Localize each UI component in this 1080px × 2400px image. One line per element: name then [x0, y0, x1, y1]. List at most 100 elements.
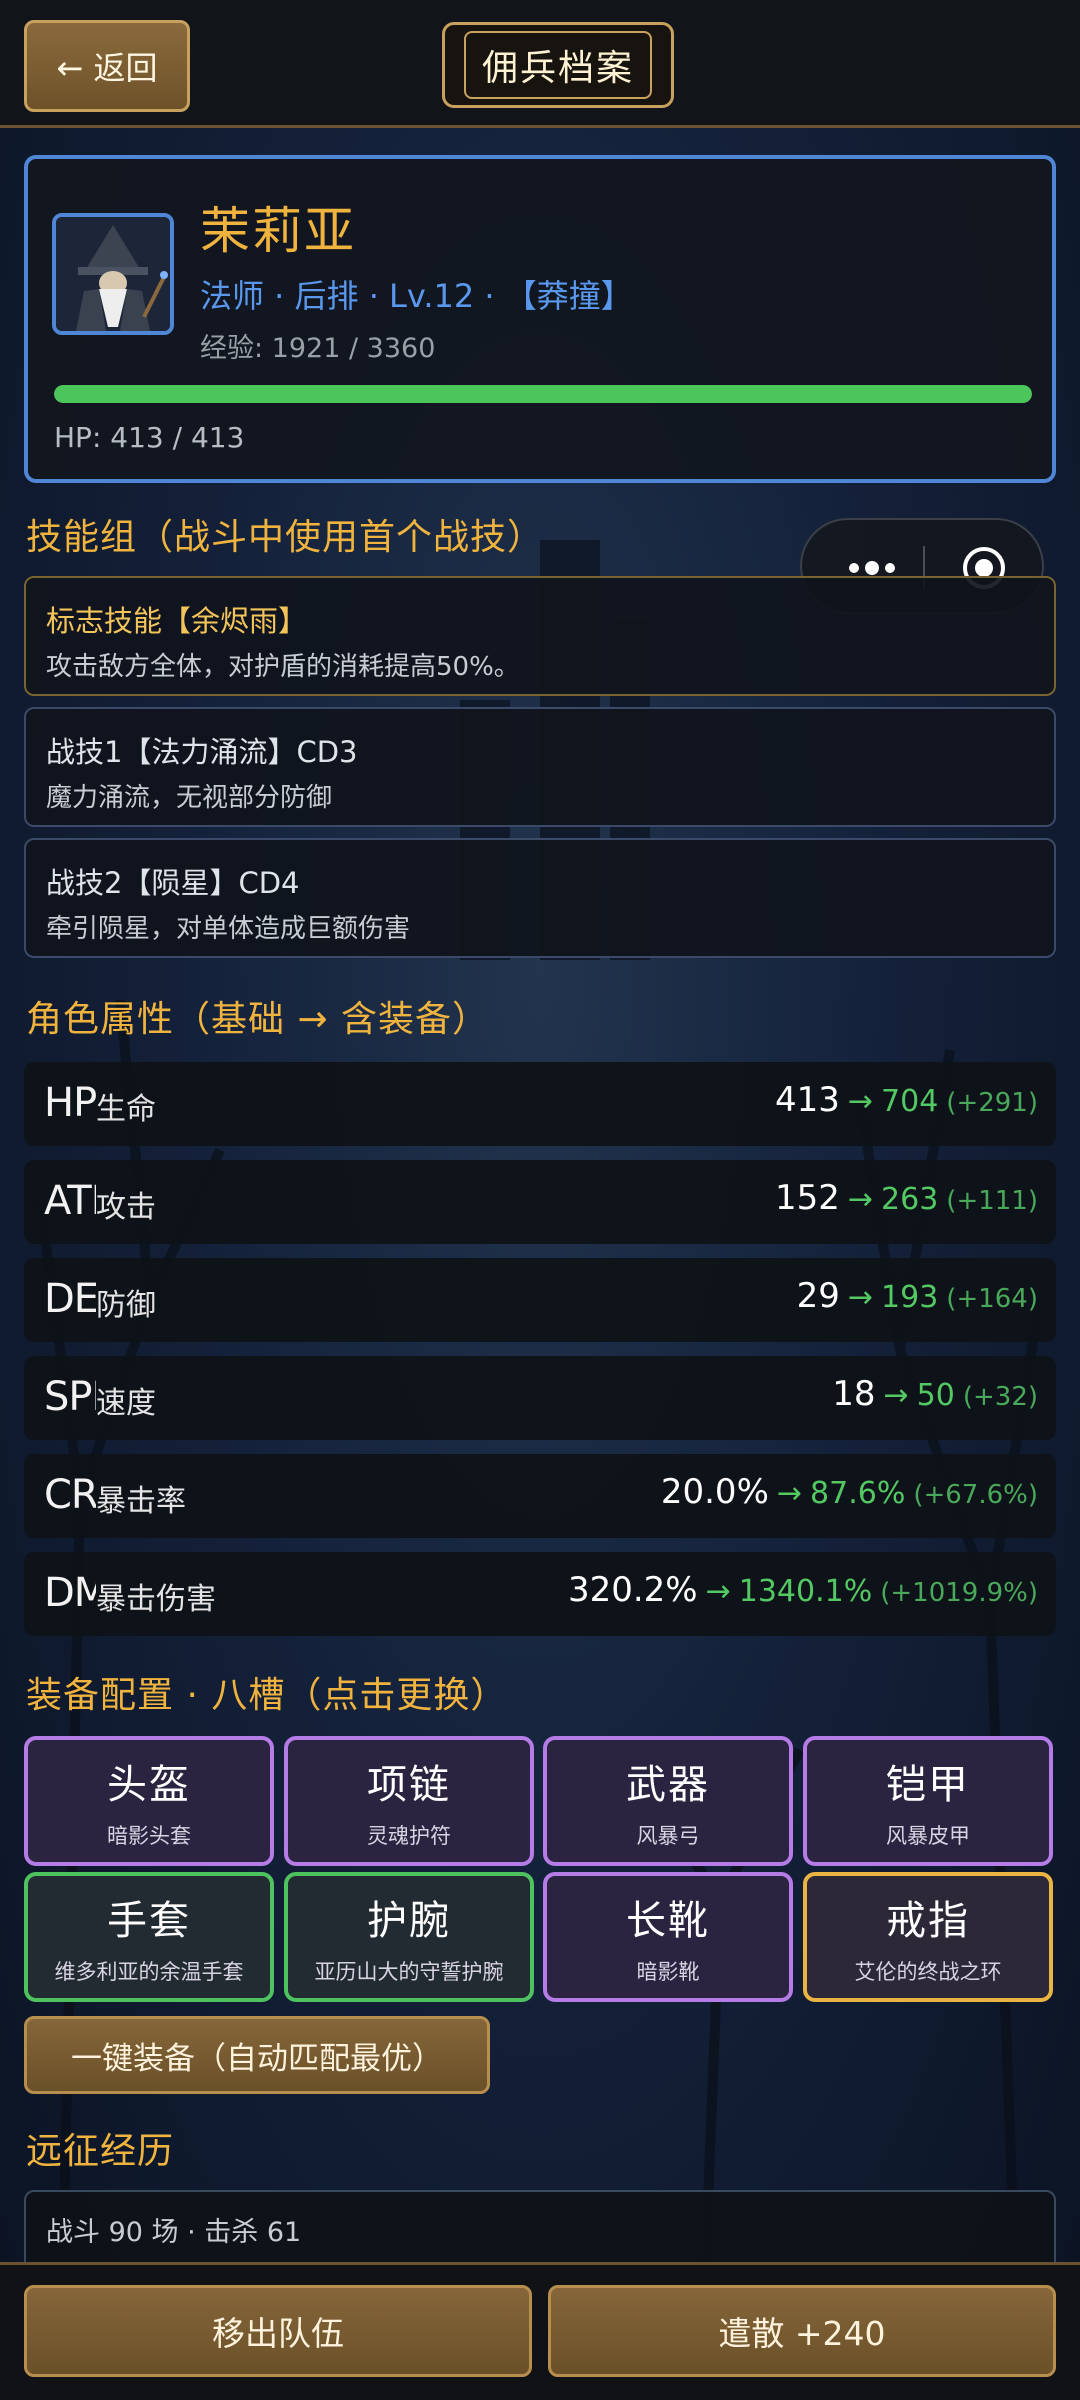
stat-abbr: HP	[44, 1080, 96, 1126]
equipment-section-title: 装备配置 · 八槽（点击更换）	[26, 1675, 508, 1716]
equip-slot-necklace[interactable]: 项链 灵魂护符	[284, 1736, 534, 1866]
stat-equipped: 1340.1%	[738, 1574, 873, 1609]
stat-bonus: (+111)	[946, 1186, 1038, 1216]
wizard-portrait-icon	[52, 213, 174, 335]
equip-slot-boots[interactable]: 长靴 暗影靴	[543, 1872, 793, 2002]
slot-item: 亚历山大的守誓护腕	[314, 1960, 504, 1984]
page-title: 佣兵档案	[463, 31, 652, 99]
hero-card: 茉莉亚 法师 · 后排 · Lv.12 · 【莽撞】 经验: 1921 / 33…	[24, 155, 1056, 483]
slot-item: 暗影靴	[636, 1960, 700, 1984]
stat-values: 320.2% → 1340.1% (+1019.9%)	[568, 1570, 1038, 1610]
back-button[interactable]: ← 返回	[24, 20, 190, 112]
stat-abbr: ATK	[44, 1178, 96, 1224]
top-bar: ← 返回 佣兵档案	[0, 0, 1080, 128]
stat-values: 152 → 263 (+111)	[775, 1178, 1038, 1218]
stat-base: 18	[832, 1374, 876, 1414]
arrow-right-icon: →	[847, 1280, 874, 1315]
slot-item: 风暴皮甲	[886, 1824, 970, 1848]
slot-item: 暗影头套	[107, 1824, 191, 1848]
equip-slot-gloves[interactable]: 手套 维多利亚的余温手套	[24, 1872, 274, 2002]
stat-row-crit-damage: DMG 暴击伤害 320.2% → 1340.1% (+1019.9%)	[24, 1552, 1056, 1636]
remove-from-team-button[interactable]: 移出队伍	[24, 2285, 532, 2377]
skill-card-signature[interactable]: 标志技能【余烬雨】 攻击敌方全体，对护盾的消耗提高50%。	[24, 576, 1056, 696]
stat-equipped: 193	[881, 1280, 939, 1315]
stats-section-title: 角色属性（基础 → 含装备）	[26, 999, 490, 1040]
stat-base: 20.0%	[660, 1472, 769, 1512]
equip-slot-helmet[interactable]: 头盔 暗影头套	[24, 1736, 274, 1866]
stat-equipped: 704	[881, 1084, 939, 1119]
skill-card-1[interactable]: 战技1【法力涌流】CD3 魔力涌流，无视部分防御	[24, 707, 1056, 827]
stat-row-hp: HP 生命 413 → 704 (+291)	[24, 1062, 1056, 1146]
page-title-frame: 佣兵档案	[442, 22, 674, 108]
arrow-right-icon: →	[883, 1378, 909, 1413]
skill-desc: 攻击敌方全体，对护盾的消耗提高50%。	[46, 652, 520, 682]
hero-exp: 经验: 1921 / 3360	[200, 333, 436, 364]
skill-card-2[interactable]: 战技2【陨星】CD4 牵引陨星，对单体造成巨额伤害	[24, 838, 1056, 958]
slot-name: 护腕	[367, 1898, 451, 1944]
stat-bonus: (+1019.9%)	[880, 1578, 1038, 1608]
stat-values: 20.0% → 87.6% (+67.6%)	[661, 1472, 1038, 1512]
stat-name: 防御	[96, 1288, 156, 1323]
stat-name: 攻击	[96, 1190, 156, 1225]
auto-equip-button[interactable]: 一键装备（自动匹配最优）	[24, 2016, 490, 2094]
skill-desc: 牵引陨星，对单体造成巨额伤害	[46, 914, 411, 944]
skills-section-title: 技能组（战斗中使用首个战技）	[26, 517, 545, 558]
slot-item: 艾伦的终战之环	[854, 1960, 1002, 1984]
stat-base: 320.2%	[567, 1570, 698, 1610]
stat-abbr: CRI	[44, 1472, 96, 1518]
stat-bonus: (+32)	[962, 1382, 1038, 1412]
stat-equipped: 263	[881, 1182, 939, 1217]
slot-name: 武器	[626, 1762, 710, 1808]
hero-name: 茉莉亚	[200, 202, 356, 260]
skill-name: 战技2【陨星】CD4	[46, 866, 300, 900]
slot-name: 长靴	[626, 1898, 710, 1944]
stat-name: 速度	[96, 1386, 156, 1421]
slot-name: 手套	[107, 1898, 191, 1944]
slot-item: 灵魂护符	[367, 1824, 451, 1848]
history-section-title: 远征经历	[26, 2131, 175, 2172]
stat-base: 29	[796, 1276, 840, 1316]
stat-base: 152	[774, 1178, 840, 1218]
dismiss-button[interactable]: 遣散 +240	[548, 2285, 1056, 2377]
slot-name: 头盔	[107, 1762, 191, 1808]
slot-item: 风暴弓	[636, 1824, 700, 1848]
stat-name: 暴击率	[96, 1484, 186, 1519]
bottom-action-bar: 移出队伍 遣散 +240	[0, 2262, 1080, 2400]
arrow-right-icon: →	[705, 1574, 731, 1609]
history-summary: 战斗 90 场 · 击杀 61	[46, 2217, 302, 2248]
equip-slot-armor[interactable]: 铠甲 风暴皮甲	[803, 1736, 1053, 1866]
stat-bonus: (+164)	[946, 1284, 1038, 1314]
stat-base: 413	[774, 1080, 840, 1120]
stat-abbr: SPD	[44, 1374, 96, 1420]
stat-row-atk: ATK 攻击 152 → 263 (+111)	[24, 1160, 1056, 1244]
stat-bonus: (+67.6%)	[913, 1480, 1038, 1510]
arrow-right-icon: →	[847, 1084, 874, 1119]
slot-name: 铠甲	[886, 1762, 970, 1808]
hero-meta: 法师 · 后排 · Lv.12 · 【莽撞】	[200, 277, 633, 315]
hp-text: HP: 413 / 413	[54, 421, 245, 454]
slot-name: 戒指	[886, 1898, 970, 1944]
equip-slot-weapon[interactable]: 武器 风暴弓	[543, 1736, 793, 1866]
stat-values: 18 → 50 (+32)	[832, 1374, 1038, 1414]
skill-desc: 魔力涌流，无视部分防御	[46, 783, 333, 813]
arrow-right-icon: →	[776, 1476, 803, 1511]
stat-bonus: (+291)	[946, 1088, 1038, 1118]
stat-row-spd: SPD 速度 18 → 50 (+32)	[24, 1356, 1056, 1440]
skill-name: 战技1【法力涌流】CD3	[46, 735, 358, 769]
stat-name: 暴击伤害	[96, 1582, 216, 1617]
equip-slot-ring[interactable]: 戒指 艾伦的终战之环	[803, 1872, 1053, 2002]
skill-name: 标志技能【余烬雨】	[46, 604, 308, 638]
stat-row-def: DEF 防御 29 → 193 (+164)	[24, 1258, 1056, 1342]
stat-abbr: DMG	[44, 1570, 96, 1616]
stat-name: 生命	[96, 1092, 156, 1127]
hp-bar-fill	[54, 385, 1032, 403]
stat-abbr: DEF	[44, 1276, 96, 1322]
equip-slot-bracers[interactable]: 护腕 亚历山大的守誓护腕	[284, 1872, 534, 2002]
stat-equipped: 50	[916, 1378, 955, 1413]
stat-equipped: 87.6%	[810, 1476, 906, 1511]
slot-name: 项链	[367, 1762, 451, 1808]
stat-values: 413 → 704 (+291)	[775, 1080, 1038, 1120]
stat-values: 29 → 193 (+164)	[797, 1276, 1038, 1316]
stat-row-crit-rate: CRI 暴击率 20.0% → 87.6% (+67.6%)	[24, 1454, 1056, 1538]
arrow-right-icon: →	[847, 1182, 874, 1217]
